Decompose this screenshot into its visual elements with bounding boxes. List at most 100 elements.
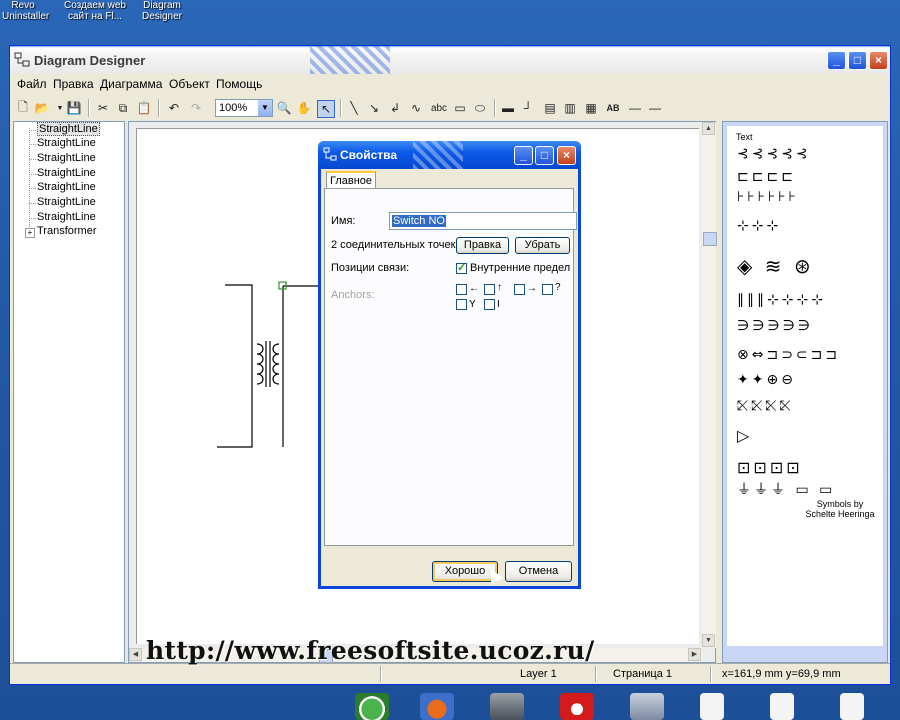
amplifier-symbol[interactable]: ▷: [737, 426, 752, 445]
anchors-label: Anchors:: [331, 289, 375, 301]
scroll-up-icon[interactable]: ▲: [702, 122, 715, 135]
open-folder-icon[interactable]: 📂: [34, 100, 50, 116]
line-width-icon[interactable]: ▬: [500, 100, 516, 116]
minimize-button[interactable]: _: [827, 51, 846, 70]
document-icon[interactable]: [840, 693, 864, 720]
desktop-icon-diagram-designer[interactable]: Diagram Designer: [138, 0, 186, 22]
close-button[interactable]: ×: [557, 146, 576, 165]
scroll-down-icon[interactable]: ▼: [702, 634, 715, 647]
desktop-icon-web[interactable]: Создаем web сайт на Fl...: [60, 0, 130, 22]
tree-item-straightline[interactable]: StraightLine: [37, 167, 96, 179]
bridge-symbols[interactable]: ◈ ≋ ⊛: [737, 254, 814, 278]
remove-button[interactable]: Убрать: [515, 237, 570, 254]
edit-button[interactable]: Правка: [456, 237, 509, 254]
connector-tool-icon[interactable]: ↲: [387, 100, 403, 116]
anchor-right-checkbox[interactable]: [514, 284, 525, 295]
line-color-icon[interactable]: ▥: [562, 100, 578, 116]
firefox-icon[interactable]: [420, 693, 454, 720]
tree-item-straightline[interactable]: StraightLine: [37, 122, 100, 136]
tree-item-straightline[interactable]: StraightLine: [37, 152, 96, 164]
menu-help[interactable]: Помощь: [216, 77, 262, 91]
i-anchor-icon: I: [497, 299, 500, 310]
fill-color-icon[interactable]: ▤: [542, 100, 558, 116]
zoom-icon[interactable]: 🔍: [276, 100, 292, 116]
switch-symbols[interactable]: ⊰⊰⊰⊰⊰: [737, 146, 811, 162]
dialog-titlebar[interactable]: Свойства _ □ ×: [318, 141, 581, 169]
ellipse-tool-icon[interactable]: ⬭: [472, 100, 488, 116]
select-pointer-icon[interactable]: ↖: [317, 100, 335, 118]
menu-file[interactable]: Файл: [17, 77, 47, 91]
window-title: Diagram Designer: [34, 53, 146, 68]
undo-icon[interactable]: ↶: [166, 100, 182, 116]
cut-icon[interactable]: ✂: [95, 100, 111, 116]
watermark-url: http://www.freesoftsite.ucoz.ru/: [146, 636, 595, 665]
anchor-y-checkbox[interactable]: [456, 299, 467, 310]
anchor-up-checkbox[interactable]: [484, 284, 495, 295]
fuse-symbols[interactable]: ⤪⤪⤪⤪: [737, 398, 794, 414]
close-button[interactable]: ×: [869, 51, 888, 70]
inner-limits-checkbox[interactable]: [456, 261, 467, 274]
text-tool-icon[interactable]: abc: [428, 100, 450, 116]
maximize-button[interactable]: □: [535, 146, 554, 165]
line-tool-icon[interactable]: ╲: [346, 100, 362, 116]
highlight-icon[interactable]: ▦: [583, 100, 599, 116]
maximize-button[interactable]: □: [848, 51, 867, 70]
tree-item-transformer[interactable]: Transformer: [37, 225, 97, 237]
scroll-left-icon[interactable]: ◀: [129, 648, 142, 661]
document-icon[interactable]: [770, 693, 794, 720]
redo-icon[interactable]: ↷: [188, 100, 204, 116]
line-style-icon[interactable]: —: [647, 100, 663, 116]
font-color-icon[interactable]: AB: [605, 100, 621, 116]
scroll-right-icon[interactable]: ▶: [688, 648, 701, 661]
resistor-symbols[interactable]: ∥∥∥⊹⊹⊹⊹: [737, 292, 826, 308]
anchor-any-checkbox[interactable]: [542, 284, 553, 295]
pan-hand-icon[interactable]: ✋: [296, 100, 312, 116]
app-icon[interactable]: [490, 693, 524, 720]
copy-icon[interactable]: ⧉: [115, 100, 131, 116]
vertical-scrollbar[interactable]: ▲ ▼: [702, 122, 717, 648]
minimize-button[interactable]: _: [514, 146, 533, 165]
cancel-button[interactable]: Отмена: [505, 561, 572, 582]
utorrent-icon[interactable]: [355, 693, 389, 720]
contact-symbols[interactable]: ⊹⊹⊹: [737, 218, 781, 234]
misc-symbols[interactable]: ✦✦⊕⊖: [737, 372, 796, 388]
save-icon[interactable]: 💾: [66, 100, 82, 116]
arrow-line-tool-icon[interactable]: ↘: [366, 100, 382, 116]
line-end-icon[interactable]: ┘: [520, 100, 536, 116]
expand-plus-icon[interactable]: +: [25, 228, 35, 238]
name-input[interactable]: Switch NO: [389, 212, 577, 230]
zoom-select[interactable]: 100% ▼: [215, 99, 273, 117]
diode-symbols[interactable]: ⊗⇔⊐⊃⊂⊐⊐: [737, 347, 840, 363]
anchor-left-checkbox[interactable]: [456, 284, 467, 295]
dash-style-icon[interactable]: —: [627, 100, 643, 116]
logic-symbols[interactable]: ⊡⊡⊡⊡: [737, 458, 803, 477]
switch-symbols[interactable]: ⊏⊏⊏⊏: [737, 169, 796, 185]
status-bar: Layer 1 Страница 1 x=161,9 mm y=69,9 mm: [10, 663, 890, 684]
coil-symbols[interactable]: ∋∋∋∋∋: [737, 318, 813, 334]
curve-tool-icon[interactable]: ∿: [408, 100, 424, 116]
menu-diagram[interactable]: Диаграмма: [100, 77, 162, 91]
ground-symbols[interactable]: ⏚⏚⏚ ▭ ▭: [737, 479, 835, 499]
paste-icon[interactable]: 📋: [136, 100, 152, 116]
y-anchor-icon: Y: [469, 299, 476, 310]
menu-object[interactable]: Объект: [169, 77, 210, 91]
tree-item-straightline[interactable]: StraightLine: [37, 211, 96, 223]
symbols-credit: Symbols by Schelte Heeringa: [805, 499, 875, 519]
tree-item-straightline[interactable]: StraightLine: [37, 137, 96, 149]
scroll-thumb[interactable]: [703, 232, 717, 246]
opera-icon[interactable]: [560, 693, 594, 720]
symbols-header: Text: [736, 132, 753, 142]
desktop-icon-revo[interactable]: Revo Uninstaller: [2, 0, 49, 22]
properties-dialog: Свойства _ □ × Главное Имя: Switch NO 2 …: [318, 141, 581, 589]
menubar: Файл Правка Диаграмма Объект Помощь: [10, 74, 890, 94]
switch-symbols[interactable]: ⊦⊦⊦⊦⊦⊦: [737, 189, 799, 205]
anchor-i-checkbox[interactable]: [484, 299, 495, 310]
tree-item-straightline[interactable]: StraightLine: [37, 181, 96, 193]
network-icon[interactable]: [630, 693, 664, 720]
menu-edit[interactable]: Правка: [53, 77, 94, 91]
document-icon[interactable]: [700, 693, 724, 720]
new-file-icon[interactable]: 🗋: [15, 100, 31, 116]
tree-item-straightline[interactable]: StraightLine: [37, 196, 96, 208]
rectangle-tool-icon[interactable]: ▭: [452, 100, 468, 116]
main-titlebar[interactable]: Diagram Designer _ □ ×: [10, 46, 890, 74]
